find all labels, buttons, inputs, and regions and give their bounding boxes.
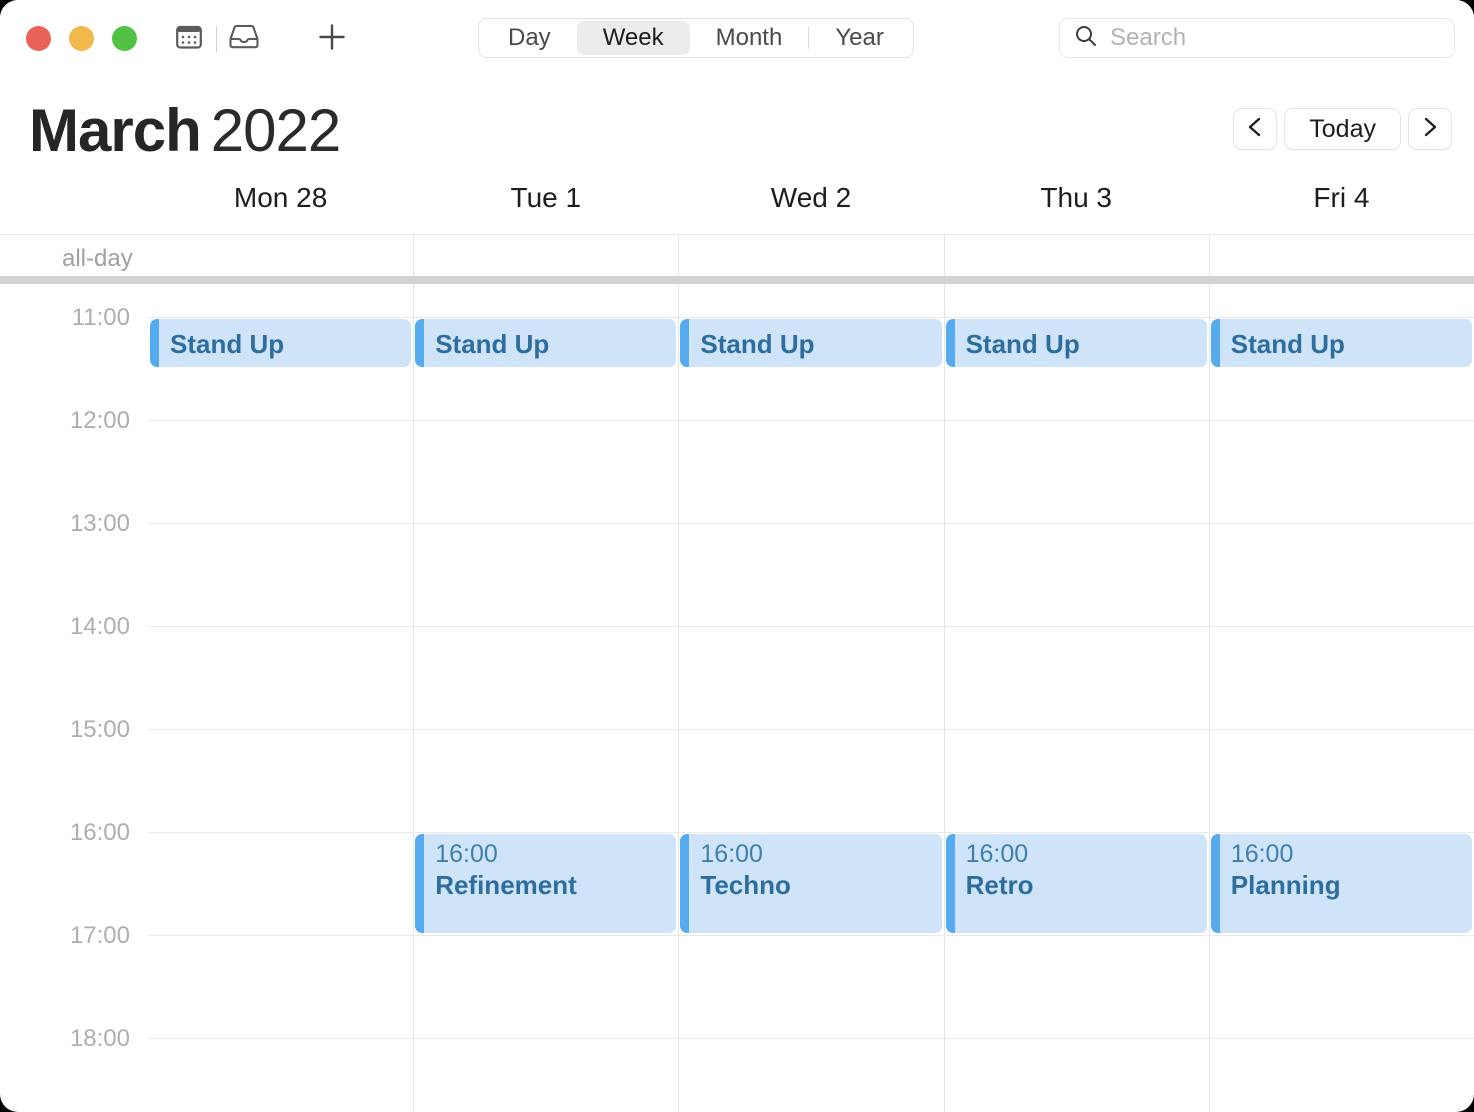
previous-week-button[interactable] bbox=[1233, 108, 1277, 150]
title-month: March bbox=[29, 97, 201, 164]
hour-gridline bbox=[148, 935, 1474, 936]
calendar-event[interactable]: 16:00Refinement bbox=[415, 834, 676, 933]
hour-label: 15:00 bbox=[0, 716, 130, 744]
page-title: March2022 bbox=[29, 96, 340, 165]
event-title: Stand Up bbox=[435, 328, 676, 361]
toolbar-separator bbox=[216, 26, 217, 52]
search-box[interactable] bbox=[1059, 18, 1455, 58]
hour-label: 18:00 bbox=[0, 1025, 130, 1053]
chevron-right-icon bbox=[1420, 115, 1440, 144]
event-time: 16:00 bbox=[435, 839, 676, 869]
event-title: Stand Up bbox=[966, 328, 1207, 361]
calendar-event[interactable]: Stand Up bbox=[946, 319, 1207, 367]
all-day-divider bbox=[0, 276, 1474, 284]
column-divider bbox=[944, 284, 945, 1112]
all-day-row[interactable]: all-day bbox=[0, 234, 1474, 276]
plus-icon bbox=[317, 22, 347, 57]
column-divider bbox=[413, 284, 414, 1112]
event-time: 16:00 bbox=[966, 839, 1207, 869]
event-title: Planning bbox=[1231, 869, 1472, 902]
column-divider-allday bbox=[413, 235, 414, 276]
hour-gridline bbox=[148, 420, 1474, 421]
inbox-icon bbox=[228, 23, 260, 56]
next-week-button[interactable] bbox=[1408, 108, 1452, 150]
day-header[interactable]: Tue 1 bbox=[413, 182, 678, 230]
column-divider-allday bbox=[678, 235, 679, 276]
day-header[interactable]: Wed 2 bbox=[678, 182, 943, 230]
hour-label: 11:00 bbox=[0, 304, 130, 332]
view-tab-month[interactable]: Month bbox=[690, 21, 809, 55]
view-tab-week[interactable]: Week bbox=[577, 21, 690, 55]
calendar-window: Day Week Month Year March2022 bbox=[0, 0, 1474, 1112]
week-grid[interactable]: 11:00 12:00 13:00 14:00 15:00 16:00 17:00 18:00… bbox=[0, 284, 1474, 1112]
view-tab-year[interactable]: Year bbox=[809, 21, 910, 55]
day-header[interactable]: Mon 28 bbox=[148, 182, 413, 230]
day-header[interactable]: Fri 4 bbox=[1209, 182, 1474, 230]
hour-gridline bbox=[148, 523, 1474, 524]
chevron-left-icon bbox=[1245, 115, 1265, 144]
calendar-event[interactable]: Stand Up bbox=[1211, 319, 1472, 367]
add-event-button[interactable] bbox=[310, 19, 354, 59]
day-header-row: Mon 28Tue 1Wed 2Thu 3Fri 4 bbox=[148, 182, 1474, 230]
zoom-button[interactable] bbox=[112, 26, 137, 51]
hour-gridline bbox=[148, 1038, 1474, 1039]
calendar-event[interactable]: 16:00Planning bbox=[1211, 834, 1472, 933]
toolbar-icon-group bbox=[168, 19, 265, 59]
column-divider-allday bbox=[944, 235, 945, 276]
date-navigation: Today bbox=[1233, 108, 1452, 150]
search-icon bbox=[1074, 24, 1098, 53]
calendar-event[interactable]: Stand Up bbox=[680, 319, 941, 367]
hour-label: 12:00 bbox=[0, 407, 130, 435]
event-title: Stand Up bbox=[1231, 328, 1472, 361]
calendar-event[interactable]: Stand Up bbox=[415, 319, 676, 367]
title-bar: Day Week Month Year bbox=[0, 0, 1474, 76]
title-year: 2022 bbox=[211, 97, 340, 164]
calendar-event[interactable]: 16:00Retro bbox=[946, 834, 1207, 933]
hour-gridline bbox=[148, 317, 1474, 318]
event-time: 16:00 bbox=[1231, 839, 1472, 869]
window-controls bbox=[26, 26, 137, 51]
event-time: 16:00 bbox=[700, 839, 941, 869]
hour-label: 13:00 bbox=[0, 510, 130, 538]
event-title: Techno bbox=[700, 869, 941, 902]
event-title: Retro bbox=[966, 869, 1207, 902]
column-divider bbox=[1209, 284, 1210, 1112]
event-title: Stand Up bbox=[700, 328, 941, 361]
column-divider bbox=[678, 284, 679, 1112]
calendar-event[interactable]: Stand Up bbox=[150, 319, 411, 367]
today-button[interactable]: Today bbox=[1284, 108, 1401, 150]
calendar-icon bbox=[176, 24, 202, 55]
hour-gridline bbox=[148, 729, 1474, 730]
calendar-view-button[interactable] bbox=[168, 19, 210, 59]
hour-gridline bbox=[148, 626, 1474, 627]
view-tab-day[interactable]: Day bbox=[482, 21, 577, 55]
hour-label: 16:00 bbox=[0, 819, 130, 847]
inbox-button[interactable] bbox=[223, 19, 265, 59]
event-title: Stand Up bbox=[170, 328, 411, 361]
hour-label: 14:00 bbox=[0, 613, 130, 641]
event-title: Refinement bbox=[435, 869, 676, 902]
search-input[interactable] bbox=[1110, 24, 1430, 52]
calendar-event[interactable]: 16:00Techno bbox=[680, 834, 941, 933]
close-button[interactable] bbox=[26, 26, 51, 51]
hour-label: 17:00 bbox=[0, 922, 130, 950]
view-segmented-control[interactable]: Day Week Month Year bbox=[478, 18, 914, 58]
minimize-button[interactable] bbox=[69, 26, 94, 51]
column-divider-allday bbox=[1209, 235, 1210, 276]
day-header[interactable]: Thu 3 bbox=[944, 182, 1209, 230]
all-day-label: all-day bbox=[62, 245, 133, 273]
hour-gridline bbox=[148, 832, 1474, 833]
